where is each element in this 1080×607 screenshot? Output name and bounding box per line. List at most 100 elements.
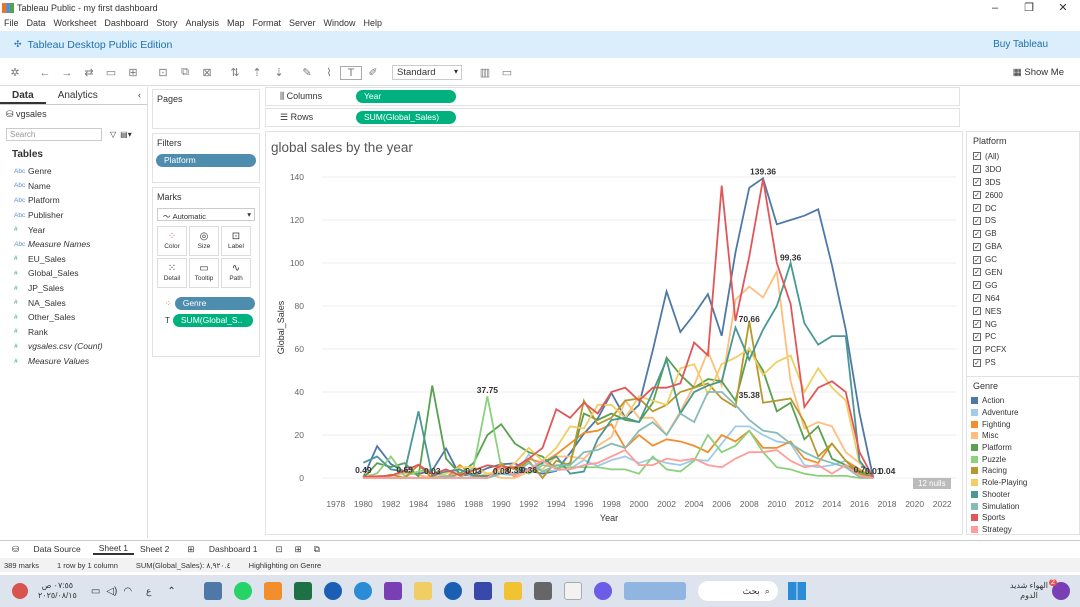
save-icon[interactable]: ▭ (100, 66, 122, 79)
checkbox-icon[interactable]: ✓ (973, 345, 981, 354)
platform-option[interactable]: ✓ GG (967, 279, 1079, 292)
legend-item[interactable]: Action (967, 395, 1079, 407)
checkbox-icon[interactable]: ✓ (973, 358, 981, 367)
swap-icon[interactable]: ⇅ (224, 66, 246, 79)
label-button[interactable]: ⊡ Label (221, 226, 251, 256)
field-measure-names[interactable]: Abc Measure Names (0, 237, 147, 252)
field-publisher[interactable]: Abc Publisher (0, 208, 147, 223)
collapse-icon[interactable]: ‹ (132, 87, 147, 104)
menu-item-file[interactable]: File (0, 18, 23, 28)
legend-item[interactable]: Role-Playing (967, 477, 1079, 489)
platform-option[interactable]: ✓ 3DO (967, 163, 1079, 176)
language-indicator[interactable]: ع (146, 586, 151, 597)
menu-item-map[interactable]: Map (223, 18, 249, 28)
windows-app-icon[interactable] (563, 582, 582, 600)
maximize-button[interactable]: ❐ (1012, 0, 1046, 16)
menu-item-worksheet[interactable]: Worksheet (50, 18, 101, 28)
platform-option[interactable]: ✓ NES (967, 305, 1079, 318)
undo-icon[interactable]: ← (34, 67, 56, 79)
view-options-icon[interactable]: ▤▾ (120, 130, 132, 139)
platform-option[interactable]: ✓ PC (967, 330, 1079, 343)
platform-option[interactable]: ✓ 2600 (967, 189, 1079, 202)
group-icon[interactable]: ⌇ (318, 66, 340, 79)
app-icon[interactable] (383, 582, 402, 600)
checkbox-icon[interactable]: ✓ (973, 229, 981, 238)
tableau-icon[interactable]: ✲ (4, 66, 26, 79)
tab-data[interactable]: Data (0, 87, 46, 104)
legend-item[interactable]: Adventure (967, 407, 1079, 419)
checkbox-icon[interactable]: ✓ (973, 281, 981, 290)
platform-option[interactable]: ✓ N64 (967, 292, 1079, 305)
field-vgsales-csv-count-[interactable]: # vgsales.csv (Count) (0, 339, 147, 354)
minimize-button[interactable]: – (978, 0, 1012, 16)
field-global-sales[interactable]: # Global_Sales (0, 266, 147, 281)
nulls-indicator[interactable]: 12 nulls (913, 478, 951, 489)
checkbox-icon[interactable]: ✓ (973, 216, 981, 225)
notification-icon[interactable]: 2 (1049, 579, 1070, 600)
menu-item-analysis[interactable]: Analysis (181, 18, 223, 28)
filter-pill-platform[interactable]: Platform (156, 154, 256, 167)
checkbox-icon[interactable]: ✓ (973, 332, 981, 341)
field-eu-sales[interactable]: # EU_Sales (0, 252, 147, 267)
sheet-tab-1[interactable]: Sheet 1 (92, 543, 135, 555)
legend-item[interactable]: Strategy (967, 524, 1079, 536)
field-jp-sales[interactable]: # JP_Sales (0, 281, 147, 296)
field-genre[interactable]: Abc Genre (0, 164, 147, 179)
platform-option[interactable]: ✓ GBA (967, 240, 1079, 253)
checkbox-icon[interactable]: ✓ (973, 268, 981, 277)
redo-icon[interactable]: → (56, 67, 78, 79)
legend-item[interactable]: Platform (967, 442, 1079, 454)
app-l-icon[interactable] (473, 582, 492, 600)
columns-pill-year[interactable]: Year (356, 90, 456, 103)
menu-item-story[interactable]: Story (152, 18, 181, 28)
legend-item[interactable]: Misc (967, 430, 1079, 442)
checkbox-icon[interactable]: ✓ (973, 320, 981, 329)
weather-widget[interactable]: الهواء شديد الدوم (1010, 581, 1048, 601)
tableau-app-icon[interactable] (203, 582, 222, 600)
platform-option[interactable]: ✓ DS (967, 214, 1079, 227)
battery-icon[interactable]: ▭ (91, 586, 100, 597)
field-na-sales[interactable]: # NA_Sales (0, 295, 147, 310)
show-cards-icon[interactable]: ▥ (474, 66, 496, 79)
checkbox-icon[interactable]: ✓ (973, 165, 981, 174)
browser-c2-icon[interactable] (443, 582, 462, 600)
pin-icon[interactable]: ✐ (362, 66, 384, 79)
volume-icon[interactable]: ◁) (106, 586, 117, 597)
clock[interactable]: ٠٧:٥٥ ص ٢٠٢٥/٠٨/١٥ (38, 581, 77, 601)
new-datasource-icon[interactable]: ⊞ (122, 66, 144, 79)
new-dashboard-icon[interactable]: ⊞ (289, 544, 308, 555)
detail-button[interactable]: ⁙ Detail (157, 258, 187, 288)
show-me-button[interactable]: ▦ Show Me (1013, 67, 1064, 78)
checkbox-icon[interactable]: ✓ (973, 152, 981, 161)
field-measure-values[interactable]: # Measure Values (0, 354, 147, 369)
legend-item[interactable]: Racing (967, 465, 1079, 477)
tooltip-button[interactable]: ▭ Tooltip (189, 258, 219, 288)
edge-icon[interactable] (353, 582, 372, 600)
teams-icon[interactable] (593, 582, 612, 600)
sheet-tab-2[interactable]: Sheet 2 (134, 544, 175, 554)
presentation-icon[interactable]: ▭ (496, 66, 518, 79)
dashboard-tab[interactable]: ⊞ Dashboard 1 (175, 544, 269, 555)
file-explorer-icon[interactable] (503, 582, 522, 600)
platform-option[interactable]: ✓ PS (967, 356, 1079, 369)
close-button[interactable]: ✕ (1046, 0, 1080, 16)
path-button[interactable]: ∿ Path (221, 258, 251, 288)
legend-item[interactable]: Simulation (967, 500, 1079, 512)
pages-card[interactable]: Pages (152, 89, 260, 129)
line-chart[interactable]: 0 20 40 60 80 100 120 140 1978 1980 1982 1984 1986 19… (266, 132, 962, 534)
field-other-sales[interactable]: # Other_Sales (0, 310, 147, 325)
field-rank[interactable]: # Rank (0, 325, 147, 340)
menu-item-dashboard[interactable]: Dashboard (100, 18, 152, 28)
marks-pill-sum[interactable]: SUM(Global_S.. (172, 314, 253, 327)
legend-item[interactable]: Shooter (967, 489, 1079, 501)
checkbox-icon[interactable]: ✓ (973, 307, 981, 316)
new-sheet-icon[interactable]: ⊡ (270, 544, 289, 555)
platform-option[interactable]: ✓ 3DS (967, 176, 1079, 189)
legend-item[interactable]: Sports (967, 512, 1079, 524)
browser-c-icon[interactable] (323, 582, 342, 600)
profile-icon[interactable] (12, 583, 28, 599)
wifi-icon[interactable]: ◠ (123, 586, 132, 597)
buy-tableau-link[interactable]: Buy Tableau (993, 39, 1048, 50)
new-worksheet-icon[interactable]: ⊡ (152, 66, 174, 79)
fit-select[interactable]: Standard (392, 65, 462, 80)
